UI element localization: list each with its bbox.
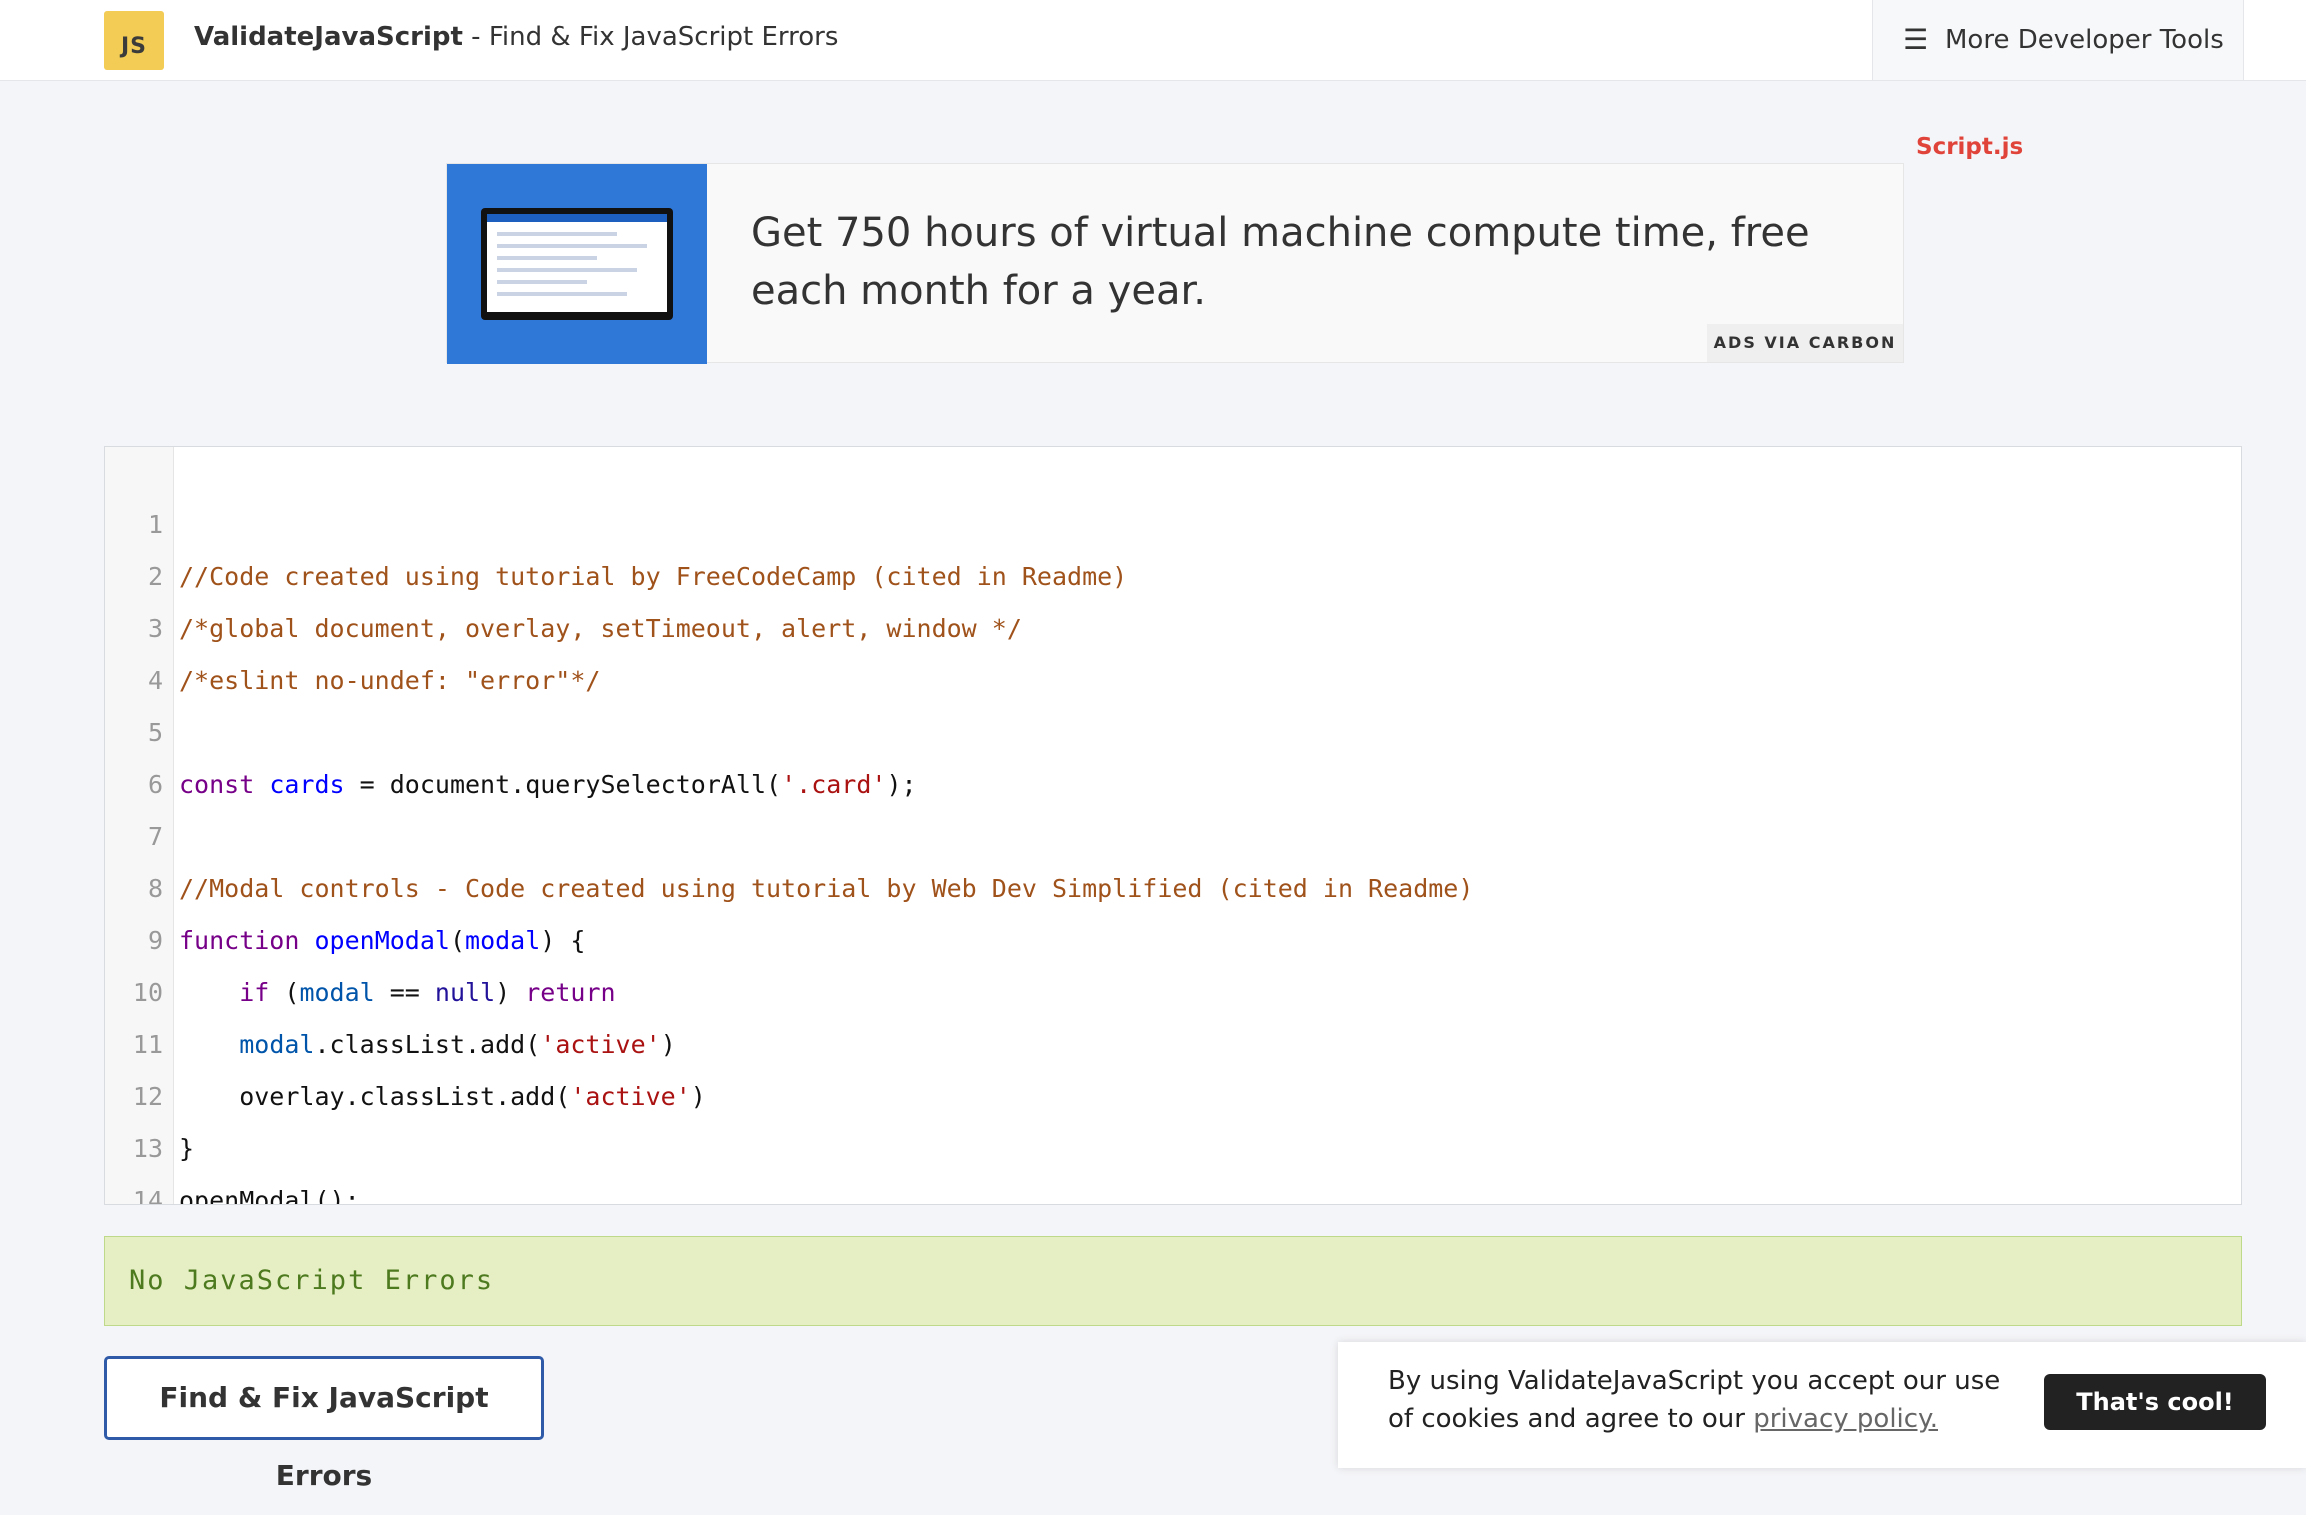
accept-cookies-button[interactable]: That's cool!: [2044, 1374, 2266, 1430]
site-header: JS ValidateJavaScript - Find & Fix JavaS…: [0, 0, 2306, 81]
code-line: 8 function openModal(modal) {: [105, 811, 2241, 955]
ads-via-carbon-link[interactable]: ADS VIA CARBON: [1707, 324, 1903, 362]
code-line: 9 if (modal == null) return: [105, 863, 2241, 1007]
more-developer-tools-button[interactable]: ☰ More Developer Tools: [1872, 0, 2244, 80]
code-line: 3 /*eslint no-undef: "error"*/: [105, 551, 2241, 695]
ad-image[interactable]: [447, 164, 707, 364]
validation-status: No JavaScript Errors: [104, 1236, 2242, 1326]
code-line: 6: [105, 707, 2241, 799]
cookie-banner: By using ValidateJavaScript you accept o…: [1338, 1342, 2306, 1468]
site-title[interactable]: ValidateJavaScript - Find & Fix JavaScri…: [194, 22, 838, 52]
brand-name: ValidateJavaScript: [194, 22, 463, 52]
script-file-label: Script.js: [1916, 134, 2024, 160]
code-line: 15 function closeModal(modal) {: [105, 1175, 2241, 1204]
code-line: 1 //Code created using tutorial by FreeC…: [105, 447, 2241, 591]
cookie-message: By using ValidateJavaScript you accept o…: [1388, 1362, 2008, 1438]
more-developer-tools-label: More Developer Tools: [1945, 25, 2224, 55]
code-line: 10 modal.classList.add('active'): [105, 915, 2241, 1059]
find-fix-errors-button[interactable]: Find & Fix JavaScript Errors: [104, 1356, 544, 1492]
code-line: 7 //Modal controls - Code created using …: [105, 759, 2241, 903]
code-line: 12 }: [105, 1019, 2241, 1163]
code-line: 2 /*global document, overlay, setTimeout…: [105, 499, 2241, 643]
code-line: 11 overlay.classList.add('active'): [105, 967, 2241, 1111]
js-logo-icon[interactable]: JS: [104, 11, 164, 70]
privacy-policy-link[interactable]: privacy policy.: [1753, 1404, 1938, 1434]
ad-text[interactable]: Get 750 hours of virtual machine compute…: [751, 204, 1851, 320]
code-line: 4: [105, 603, 2241, 695]
code-line: 13 openModal();: [105, 1071, 2241, 1204]
code-line: 14: [105, 1123, 2241, 1204]
code-line: 5 const cards = document.querySelectorAl…: [105, 655, 2241, 799]
laptop-screenshot-icon: [481, 208, 673, 320]
carbon-ad[interactable]: Get 750 hours of virtual machine compute…: [446, 163, 1904, 364]
brand-tagline: - Find & Fix JavaScript Errors: [462, 22, 839, 52]
code-editor[interactable]: 1 //Code created using tutorial by FreeC…: [104, 446, 2242, 1205]
menu-icon: ☰: [1903, 23, 1929, 56]
